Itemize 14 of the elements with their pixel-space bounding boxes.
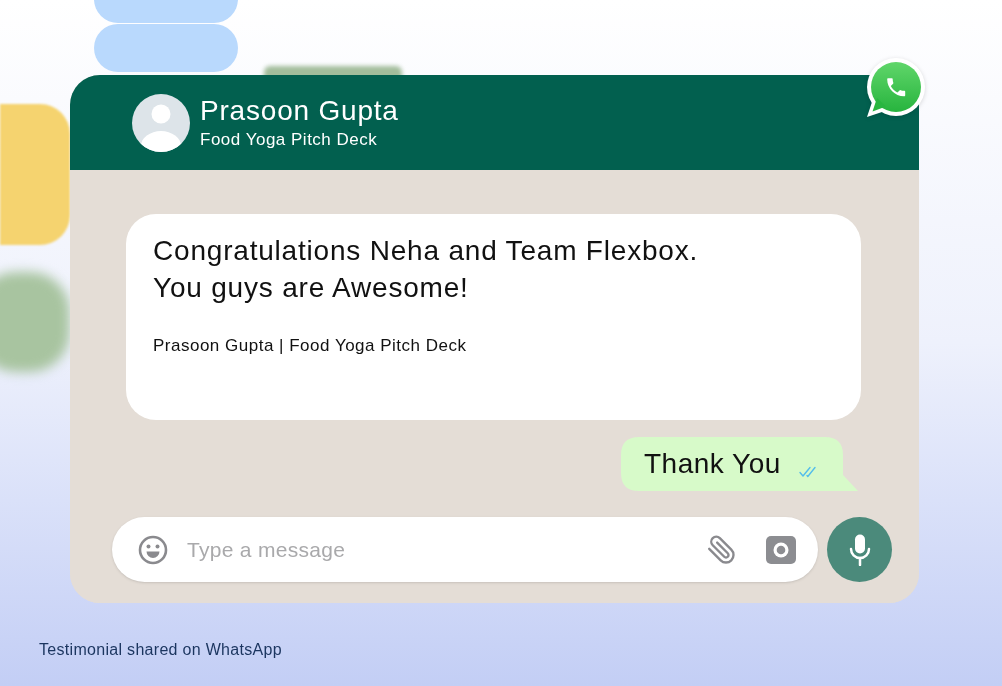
message-text: Thank You [644,447,781,481]
paperclip-icon[interactable] [706,534,736,565]
message-signature: Prasoon Gupta | Food Yoga Pitch Deck [153,335,467,357]
message-text: Congratulations Neha and Team Flexbox. [153,234,699,268]
microphone-icon[interactable] [848,533,871,566]
message-text: You guys are Awesome! [153,271,469,305]
message-input-field[interactable]: Type a message [187,536,686,563]
smiley-icon[interactable] [138,534,168,565]
message-composer[interactable]: Type a message [112,517,818,582]
camera-icon[interactable] [766,535,796,564]
contact-subtitle: Food Yoga Pitch Deck [200,128,379,151]
caption-text: Testimonial shared on WhatsApp [39,640,282,660]
contact-name: Prasoon Gupta [200,94,399,127]
avatar-icon [132,93,190,152]
